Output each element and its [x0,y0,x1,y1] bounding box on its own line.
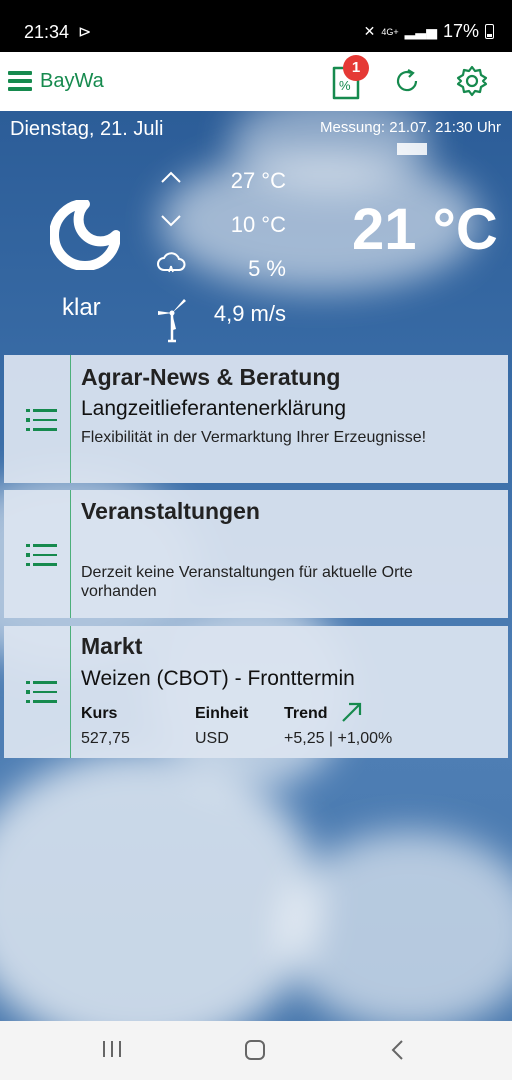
temp-high: 27 °C [230,168,286,193]
trend-up-arrow-icon [342,702,362,722]
mute-icon: ✕ [363,23,376,39]
wind-speed: 4,9 m/s [213,301,286,326]
events-card[interactable]: Veranstaltungen Derzeit keine Veranstalt… [4,490,508,618]
recent-apps-button[interactable] [100,1039,124,1059]
status-time: 21:34 [24,22,70,42]
temp-low: 10 °C [230,212,286,237]
settings-icon[interactable] [455,64,489,98]
weather-condition: klar [62,294,101,321]
signal-icon: ▂▃▅ [404,23,437,39]
market-price: 527,75 [81,730,130,747]
measurement-time: Messung: 21.07. 21:30 Uhr [320,119,501,136]
market-trend: +5,25 | +1,00% [284,730,393,747]
events-card-title: Veranstaltungen [81,498,260,524]
market-col-trend: Trend [284,705,328,722]
current-temperature: 21 °C [352,197,498,262]
network-label: 4G+ [381,26,399,37]
back-button[interactable] [388,1039,408,1061]
battery-icon [485,24,494,39]
app-brand: BayWa [40,70,104,92]
system-icons: ✕ 4G+ ▂▃▅ 17% [364,21,494,42]
notification-icon: ⊳ [78,24,92,41]
tag-text: % [339,78,351,93]
news-card-title: Agrar-News & Beratung [81,364,341,390]
list-icon [26,408,57,438]
news-card[interactable]: Agrar-News & Beratung Langzeitlieferante… [4,355,508,483]
system-nav-bar [0,1021,512,1080]
list-icon [26,543,57,573]
home-button[interactable] [243,1039,267,1061]
market-card[interactable]: Markt Weizen (CBOT) - Fronttermin Kurs E… [4,626,508,758]
market-unit: USD [195,730,229,747]
battery-percent: 17% [442,21,479,41]
status-bar: 21:34 ⊳ ✕ 4G+ ▂▃▅ 17% [0,0,512,52]
market-card-subtitle: Weizen (CBOT) - Fronttermin [81,667,355,690]
events-card-description: Derzeit keine Veranstaltungen für aktuel… [81,564,413,600]
menu-icon[interactable] [8,71,32,93]
clear-night-moon-icon [50,200,120,270]
notification-badge: 1 [343,55,369,81]
market-card-title: Markt [81,633,143,659]
market-col-price: Kurs [81,705,118,722]
list-icon [26,680,57,710]
news-card-subtitle: Langzeitlieferantenerklärung [81,397,347,420]
precipitation: 5 % [248,256,286,281]
weather-date: Dienstag, 21. Juli [10,118,164,140]
news-card-description: Flexibilität in der Vermarktung Ihrer Er… [81,429,427,446]
app-bar: BayWa [0,52,512,111]
market-col-unit: Einheit [195,705,249,722]
station-indicator [397,143,427,155]
refresh-icon[interactable] [392,66,422,96]
